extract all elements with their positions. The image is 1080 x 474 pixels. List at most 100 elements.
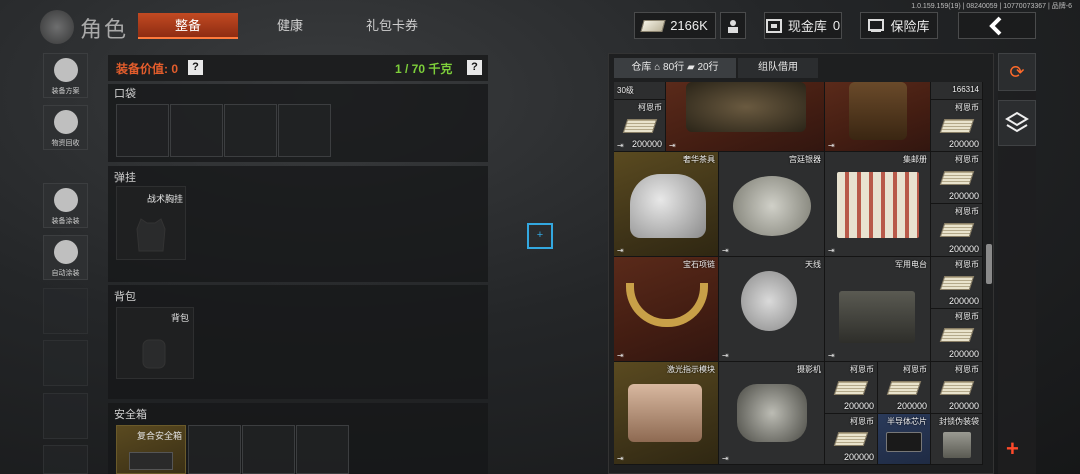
tab-gift-coupons[interactable]: 礼包卡券 <box>340 13 444 39</box>
pocket-slot[interactable] <box>224 104 277 157</box>
grid-cell[interactable]: 柯恩币 200000 ⇥ <box>614 100 666 152</box>
koen-coin-cash-icon <box>833 432 869 446</box>
trader-button[interactable] <box>720 12 746 39</box>
equipment-paint-button[interactable]: 装备涂装 <box>43 183 88 228</box>
currency-amount: 200000 <box>843 401 874 411</box>
grid-cell-military-radio[interactable]: 军用电台 ⇥ <box>825 257 931 362</box>
unlock-icon: ⇥ <box>617 351 624 360</box>
chip-icon <box>886 432 922 452</box>
currency-name: 柯恩币 <box>955 103 979 112</box>
item-name: 奢华茶具 <box>683 155 715 164</box>
top-right-value: 166314 <box>952 85 979 94</box>
grid-cell[interactable]: 柯恩币 200000 <box>931 204 983 257</box>
grid-cell-camera[interactable]: 摄影机 ⇥ <box>719 362 825 465</box>
item-name: 军用电台 <box>895 260 927 269</box>
recycle-icon <box>53 110 78 134</box>
item-name: 封锁伪装袋 <box>939 417 979 426</box>
grid-cell-antenna[interactable]: 天线 ⇥ <box>719 257 825 362</box>
safe-container-slot-empty[interactable] <box>242 425 295 474</box>
safe-box-label: 保险库 <box>890 19 930 34</box>
koen-coin-cash-icon <box>886 380 922 395</box>
grid-cell-gem-necklace[interactable]: 宝石项链 ⇥ <box>614 257 719 362</box>
add-button[interactable]: + <box>1006 436 1019 462</box>
auto-paint-button[interactable]: 自动涂装 <box>43 235 88 280</box>
currency-amount: 200000 <box>948 349 979 359</box>
cash-vault-count: 0 <box>832 18 841 33</box>
unlock-icon: ⇥ <box>722 246 729 255</box>
grid-cell-laser-module[interactable]: 激光指示模块 ⇥ <box>614 362 719 465</box>
koen-coin-cash-icon <box>939 275 974 290</box>
unlock-icon: ⇥ <box>828 351 835 360</box>
grid-cell[interactable]: 柯恩币 200000 <box>825 414 878 465</box>
grid-cell[interactable]: 166314 <box>931 82 983 100</box>
silver-plate-icon <box>733 176 811 236</box>
grid-cell-tea-set[interactable]: 奢华茶具 ⇥ <box>614 152 719 257</box>
pocket-slot[interactable] <box>116 104 169 157</box>
grid-cell[interactable]: 30级 <box>614 82 666 100</box>
koen-coin-cash-icon <box>939 328 974 343</box>
cash-vault-label: 现金库 <box>787 19 827 34</box>
currency-name: 柯恩币 <box>903 365 927 374</box>
currency-amount: 200000 <box>843 452 874 462</box>
unlock-icon: ⇥ <box>722 454 729 463</box>
tab-storage[interactable]: 仓库 ⌂ 80行 ▰ 20行 <box>614 58 736 78</box>
koen-coin-cash-icon <box>833 380 869 395</box>
grid-cell[interactable]: 柯恩币 200000 <box>878 362 931 414</box>
grid-cell-semiconductor-chip[interactable]: 半导体芯片 <box>878 414 931 465</box>
currency-amount: 200000 <box>896 401 927 411</box>
unlock-icon: ⇥ <box>617 141 624 150</box>
grid-cell[interactable]: 柯恩币 200000 <box>931 152 983 204</box>
item-name: 摄影机 <box>797 365 821 374</box>
backpack-title: 背包 <box>114 291 136 303</box>
empty-sidebar-slot <box>43 340 88 386</box>
storage-tab-label: 仓库 <box>631 62 652 73</box>
grid-cell[interactable]: ⇥ <box>825 82 931 152</box>
empty-sidebar-slot <box>43 288 88 334</box>
weight-help-button[interactable]: ? <box>467 60 482 75</box>
character-logo-icon <box>40 10 74 44</box>
layer-toggle-button[interactable] <box>998 100 1036 146</box>
currency-name: 柯恩币 <box>955 207 979 216</box>
loadout-plan-button[interactable]: 装备方案 <box>43 53 88 98</box>
case-icon <box>129 452 173 470</box>
unlock-icon: ⇥ <box>669 141 676 150</box>
tab-loadout[interactable]: 整备 <box>138 13 238 39</box>
sidebar-item-label: 装备涂装 <box>51 218 80 225</box>
tab-health[interactable]: 健康 <box>240 13 340 39</box>
grid-cell-silver-plate[interactable]: 宫廷银器 ⇥ <box>719 152 825 257</box>
backpack-slot[interactable]: 背包 <box>116 307 194 379</box>
safe-icon <box>868 18 885 32</box>
equipment-value-help-button[interactable]: ? <box>188 60 203 75</box>
necklace-icon <box>626 283 708 327</box>
cash-display[interactable]: 2166K <box>634 12 716 39</box>
safe-container-slot[interactable]: 复合安全箱 <box>116 425 186 474</box>
sort-refresh-button[interactable]: ⟳ <box>998 53 1036 91</box>
cash-amount: 2166K <box>670 18 708 33</box>
pocket-slot[interactable] <box>170 104 223 157</box>
home-rows: 80行 <box>663 62 685 73</box>
pocket-slot[interactable] <box>278 104 331 157</box>
supply-recycle-button[interactable]: 物资回收 <box>43 105 88 150</box>
grid-cell-sealed-box[interactable]: 封锁伪装袋 <box>931 414 983 465</box>
stamp-album-icon <box>837 172 919 238</box>
grid-cell-stamp-album[interactable]: 集邮册 ⇥ <box>825 152 931 257</box>
pocket-title: 口袋 <box>114 88 136 100</box>
warehouse-scrollbar[interactable] <box>986 244 992 284</box>
grid-cell[interactable]: 柯恩币 200000 <box>931 362 983 414</box>
safe-box-button[interactable]: 保险库 <box>860 12 938 39</box>
cash-icon <box>640 19 666 32</box>
pocket-section: 口袋 <box>108 84 488 162</box>
grid-cell[interactable]: 柯恩币 200000 <box>931 309 983 362</box>
cash-vault-button[interactable]: 现金库 0 <box>764 12 842 39</box>
back-button[interactable] <box>958 12 1036 39</box>
currency-amount: 200000 <box>948 139 979 149</box>
grid-cell[interactable]: 柯恩币 200000 <box>825 362 878 414</box>
grid-cell[interactable]: 柯恩币 200000 <box>931 257 983 309</box>
safe-container-slot-empty[interactable] <box>296 425 349 474</box>
safe-container-slot-empty[interactable] <box>188 425 241 474</box>
home-icon: ⌂ <box>654 62 661 73</box>
tab-team-loan[interactable]: 组队借用 <box>738 58 818 78</box>
grid-cell[interactable]: 柯恩币 200000 <box>931 100 983 152</box>
grid-cell[interactable]: ⇥ <box>666 82 825 152</box>
chest-rig-slot[interactable]: 战术胸挂 <box>116 186 186 260</box>
